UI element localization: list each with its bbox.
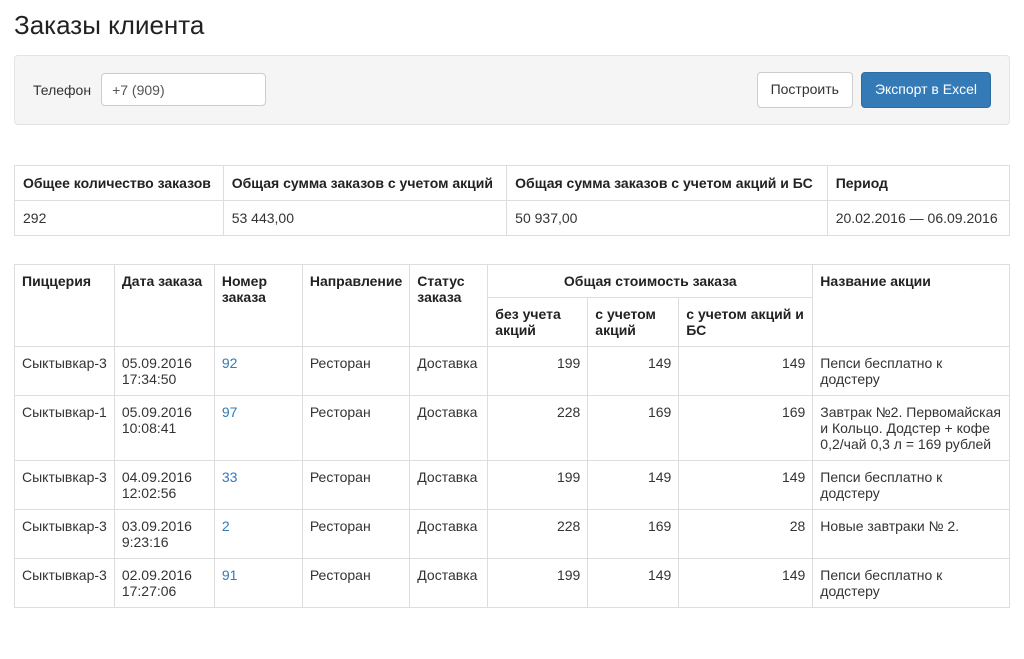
cell-status: Доставка	[410, 460, 488, 509]
cell-order-number: 91	[214, 558, 302, 607]
cell-pizzeria: Сыктывкар-3	[15, 346, 115, 395]
cell-cost-with-promo-bs: 169	[679, 395, 813, 460]
cell-cost-with-promo: 149	[588, 558, 679, 607]
col-cost-group: Общая стоимость заказа	[488, 264, 813, 297]
col-cost-with-promo: с учетом акций	[588, 297, 679, 346]
col-promo-name: Название акции	[813, 264, 1010, 346]
summary-value-row: 292 53 443,00 50 937,00 20.02.2016 — 06.…	[15, 200, 1010, 235]
table-row: Сыктывкар-304.09.2016 12:02:56 33 Ресторан…	[15, 460, 1010, 509]
order-number-link[interactable]: 92	[222, 355, 238, 371]
cell-date: 05.09.2016 17:34:50	[114, 346, 214, 395]
col-cost-no-promo: без учета акций	[488, 297, 588, 346]
cell-cost-no-promo: 199	[488, 460, 588, 509]
cell-direction: Ресторан	[302, 558, 409, 607]
cell-date: 04.09.2016 12:02:56	[114, 460, 214, 509]
summary-header-promo: Общая сумма заказов с учетом акций	[223, 165, 506, 200]
cell-cost-no-promo: 199	[488, 346, 588, 395]
cell-promo: Завтрак №2. Первомайская и Кольцо. Додст…	[813, 395, 1010, 460]
summary-header-period: Период	[827, 165, 1009, 200]
table-row: Сыктывкар-105.09.2016 10:08:41 97 Ресторан…	[15, 395, 1010, 460]
col-order-number: Номер заказа	[214, 264, 302, 346]
cell-pizzeria: Сыктывкар-3	[15, 509, 115, 558]
cell-cost-no-promo: 228	[488, 509, 588, 558]
cell-date: 05.09.2016 10:08:41	[114, 395, 214, 460]
cell-promo: Пепси бесплатно к додстеру	[813, 460, 1010, 509]
cell-cost-with-promo: 169	[588, 395, 679, 460]
cell-cost-with-promo-bs: 149	[679, 460, 813, 509]
table-row: Сыктывкар-305.09.2016 17:34:50 92 Ресторан…	[15, 346, 1010, 395]
cell-cost-with-promo: 169	[588, 509, 679, 558]
cell-cost-with-promo: 149	[588, 346, 679, 395]
orders-table: Пиццерия Дата заказа Номер заказа Направ…	[14, 264, 1010, 608]
cell-direction: Ресторан	[302, 346, 409, 395]
phone-input[interactable]	[101, 73, 266, 106]
cell-order-number: 33	[214, 460, 302, 509]
cell-cost-with-promo-bs: 28	[679, 509, 813, 558]
col-cost-with-promo-bs: с учетом акций и БС	[679, 297, 813, 346]
export-excel-button[interactable]: Экспорт в Excel	[861, 72, 991, 108]
filter-bar: Телефон Построить Экспорт в Excel	[14, 55, 1010, 125]
table-row: Сыктывкар-302.09.2016 17:27:06 91 Ресторан…	[15, 558, 1010, 607]
cell-pizzeria: Сыктывкар-1	[15, 395, 115, 460]
cell-promo: Новые завтраки № 2.	[813, 509, 1010, 558]
col-direction: Направление	[302, 264, 409, 346]
cell-status: Доставка	[410, 395, 488, 460]
summary-count: 292	[15, 200, 224, 235]
summary-table: Общее количество заказов Общая сумма зак…	[14, 165, 1010, 236]
phone-label: Телефон	[33, 82, 91, 98]
page-title: Заказы клиента	[14, 10, 1010, 41]
order-number-link[interactable]: 2	[222, 518, 230, 534]
summary-promo: 53 443,00	[223, 200, 506, 235]
cell-pizzeria: Сыктывкар-3	[15, 558, 115, 607]
table-row: Сыктывкар-303.09.2016 9:23:16 2 РесторанДо…	[15, 509, 1010, 558]
cell-direction: Ресторан	[302, 395, 409, 460]
col-pizzeria: Пиццерия	[15, 264, 115, 346]
summary-header-promo-bs: Общая сумма заказов с учетом акций и БС	[507, 165, 828, 200]
order-number-link[interactable]: 33	[222, 469, 238, 485]
summary-header-row: Общее количество заказов Общая сумма зак…	[15, 165, 1010, 200]
cell-date: 03.09.2016 9:23:16	[114, 509, 214, 558]
order-number-link[interactable]: 97	[222, 404, 238, 420]
cell-cost-with-promo: 149	[588, 460, 679, 509]
cell-cost-no-promo: 228	[488, 395, 588, 460]
summary-period: 20.02.2016 — 06.09.2016	[827, 200, 1009, 235]
col-status: Статус заказа	[410, 264, 488, 346]
cell-order-number: 97	[214, 395, 302, 460]
cell-cost-no-promo: 199	[488, 558, 588, 607]
cell-cost-with-promo-bs: 149	[679, 346, 813, 395]
cell-order-number: 92	[214, 346, 302, 395]
cell-direction: Ресторан	[302, 460, 409, 509]
cell-status: Доставка	[410, 509, 488, 558]
cell-direction: Ресторан	[302, 509, 409, 558]
cell-promo: Пепси бесплатно к додстеру	[813, 346, 1010, 395]
cell-date: 02.09.2016 17:27:06	[114, 558, 214, 607]
cell-pizzeria: Сыктывкар-3	[15, 460, 115, 509]
phone-group: Телефон	[33, 73, 266, 106]
order-number-link[interactable]: 91	[222, 567, 238, 583]
cell-status: Доставка	[410, 346, 488, 395]
cell-order-number: 2	[214, 509, 302, 558]
cell-status: Доставка	[410, 558, 488, 607]
col-order-date: Дата заказа	[114, 264, 214, 346]
build-button[interactable]: Построить	[757, 72, 853, 108]
summary-promo-bs: 50 937,00	[507, 200, 828, 235]
orders-header-row-1: Пиццерия Дата заказа Номер заказа Направ…	[15, 264, 1010, 297]
summary-header-count: Общее количество заказов	[15, 165, 224, 200]
cell-cost-with-promo-bs: 149	[679, 558, 813, 607]
cell-promo: Пепси бесплатно к додстеру	[813, 558, 1010, 607]
